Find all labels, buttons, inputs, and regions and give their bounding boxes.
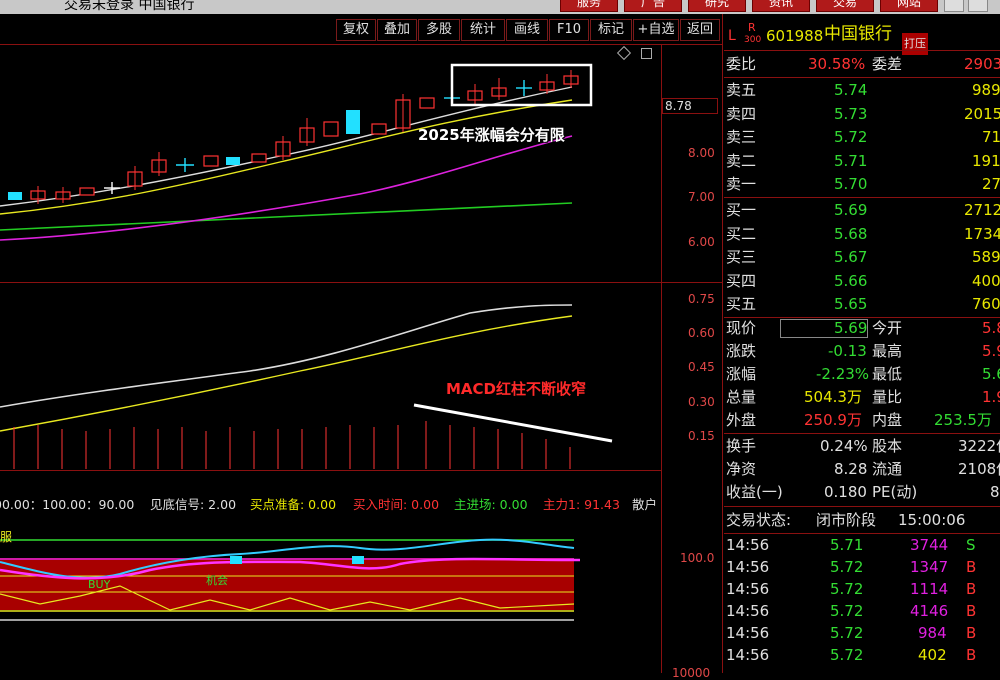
menu-trade[interactable]: 交易 — [816, 0, 874, 12]
f10-button[interactable]: F10 — [549, 19, 589, 41]
chart-annotation: 2025年涨幅会分有限 — [418, 126, 565, 144]
back-button[interactable]: 返回 — [680, 19, 720, 41]
axis-divider — [661, 44, 662, 673]
hs300-marker: 300 — [744, 35, 762, 45]
stock-code: 601988 — [766, 27, 824, 45]
sell-signal-label: 服 — [0, 530, 13, 544]
bid-row-3: 买三 5.67 589 — [726, 248, 1000, 266]
bid-row-1: 买一 5.69 2712 — [726, 201, 1000, 219]
minimize-icon[interactable] — [944, 0, 964, 12]
multi-stock-button[interactable]: 多股 — [418, 19, 460, 41]
stat-row: 现价5.69今开5.8 — [726, 319, 1000, 337]
menu-news[interactable]: 资讯 — [752, 0, 810, 12]
ask-row-5: 卖五 5.74 989 — [726, 81, 1000, 99]
macd-annotation: MACD红柱不断收窄 — [446, 380, 586, 398]
bid-row-4: 买四 5.66 400 — [726, 272, 1000, 290]
indicator-tick: 10000 — [672, 666, 711, 680]
ask-row-2: 卖二 5.71 191 — [726, 152, 1000, 170]
fuquan-button[interactable]: 复权 — [336, 19, 376, 41]
main-force-label: 主力1: 91.43 — [543, 497, 620, 512]
buy-time-label: 买入时间: 0.00 — [353, 497, 440, 512]
menu-ad[interactable]: 广告 — [624, 0, 682, 12]
mark-button[interactable]: 标记 — [590, 19, 632, 41]
panel-divider — [722, 14, 723, 673]
bid-row-5: 买五 5.65 760 — [726, 295, 1000, 313]
overlay-button[interactable]: 叠加 — [377, 19, 417, 41]
weibi-row: 委比 30.58% 委差 2903 — [726, 55, 1000, 73]
stat-row: 换手0.24%股本3222亿 — [726, 437, 1000, 455]
ask-row-1: 卖一 5.70 27 — [726, 175, 1000, 193]
indicator-label-bar: 00.00：100.00：90.00 见底信号: 2.00 买点准备: 0.00… — [0, 494, 661, 512]
add-watchlist-button[interactable]: +自选 — [633, 19, 679, 41]
pane-divider-2 — [0, 470, 661, 471]
macd-tick: 0.60 — [688, 326, 715, 340]
quote-header: L R 300 601988 中国银行 打压 — [724, 21, 1000, 55]
trade-row: 14:56 5.72 402 B — [726, 646, 977, 664]
stat-row: 收益(一) 0.180 PE(动) 8 — [726, 483, 1000, 501]
indicator-values: 00.00：100.00：90.00 — [0, 497, 135, 512]
stat-row: 涨幅-2.23%最低5.6 — [726, 365, 1000, 383]
stat-row: 净资8.28流通2108亿 — [726, 460, 1000, 478]
main-entry-label: 主进场: 0.00 — [454, 497, 528, 512]
macd-tick: 0.45 — [688, 360, 715, 374]
window-title-bar: 交易未登录 中国银行 服务 广告 研究 资讯 交易 网站 — [0, 0, 1000, 14]
trade-row: 14:56 5.72 4146 B — [726, 602, 977, 620]
trade-row: 14:56 5.71 3744 S — [726, 536, 976, 554]
menu-website[interactable]: 网站 — [880, 0, 938, 12]
ask-row-4: 卖四 5.73 2015 — [726, 105, 1000, 123]
current-price-tag: 8.78 — [662, 98, 718, 114]
stock-tag: 打压 — [902, 33, 928, 55]
menu-service[interactable]: 服务 — [560, 0, 618, 12]
buy-signal-label: BUY — [88, 578, 111, 591]
stat-row: 总量504.3万量比1.9 — [726, 388, 1000, 406]
stock-name: 中国银行 — [824, 24, 892, 44]
draw-line-button[interactable]: 画线 — [506, 19, 548, 41]
ask-row-3: 卖三 5.72 71 — [726, 128, 1000, 146]
trade-row: 14:56 5.72 984 B — [726, 624, 977, 642]
candlestick-chart[interactable] — [0, 44, 661, 282]
restore-icon[interactable] — [968, 0, 988, 12]
statistics-button[interactable]: 统计 — [461, 19, 505, 41]
indicator-tick: 100.0 — [680, 551, 715, 565]
window-title: 交易未登录 中国银行 — [64, 0, 195, 13]
bid-row-2: 买二 5.68 1734 — [726, 225, 1000, 243]
macd-tick: 0.15 — [688, 429, 715, 443]
menu-research[interactable]: 研究 — [688, 0, 746, 12]
macd-tick: 0.30 — [688, 395, 715, 409]
bottom-signal-label: 见底信号: 2.00 — [150, 497, 237, 512]
buy-prepare-label: 买点准备: 0.00 — [250, 497, 337, 512]
price-tick: 8.00 — [688, 146, 715, 160]
stat-row: 涨跌-0.13最高5.9 — [726, 342, 1000, 360]
price-tick: 6.00 — [688, 235, 715, 249]
trade-status-row: 交易状态: 闭市阶段 15:00:06 — [726, 511, 966, 529]
stat-row: 外盘 250.9万 内盘 253.5万 — [726, 411, 992, 429]
macd-chart[interactable] — [0, 283, 661, 470]
chart-toolbar: 复权 叠加 多股 统计 画线 F10 标记 +自选 返回 — [0, 17, 722, 43]
retail-label: 散户 — [632, 497, 658, 512]
trade-row: 14:56 5.72 1114 B — [726, 580, 977, 598]
trade-row: 14:56 5.72 1347 B — [726, 558, 977, 576]
indicator-chart[interactable] — [0, 512, 661, 673]
opportunity-signal-label: 机会 — [206, 574, 228, 587]
price-tick: 7.00 — [688, 190, 715, 204]
quote-panel: L R 300 601988 中国银行 打压 委比 30.58% 委差 2903… — [724, 17, 1000, 673]
macd-tick: 0.75 — [688, 292, 715, 306]
l-marker: L — [728, 28, 736, 44]
